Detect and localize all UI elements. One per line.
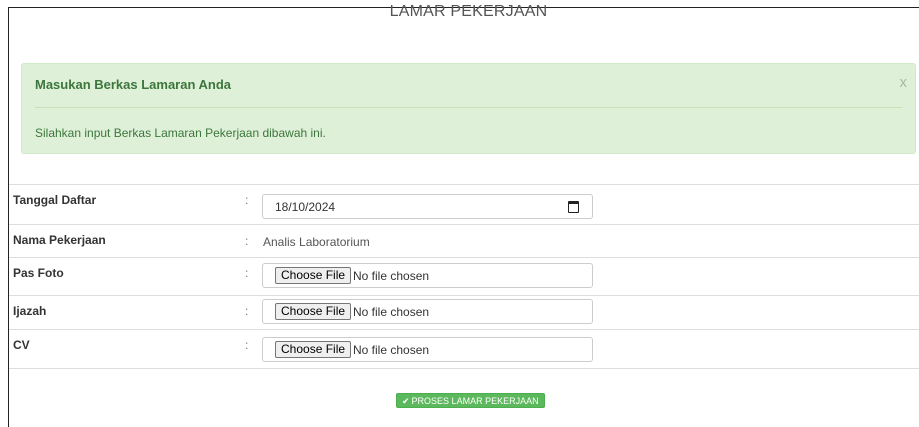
- form-row-nama-pekerjaan: Nama Pekerjaan : Analis Laboratorium: [9, 224, 919, 257]
- field-label: Ijazah: [13, 304, 47, 318]
- calendar-icon[interactable]: [568, 201, 579, 213]
- choose-file-button[interactable]: Choose File: [275, 341, 352, 358]
- field-label: Tanggal Daftar: [13, 193, 97, 207]
- alert-title: Masukan Berkas Lamaran Anda: [35, 77, 232, 92]
- form-row-cv: CV : Choose File No file chosen: [9, 329, 919, 369]
- file-status: No file chosen: [353, 343, 430, 357]
- alert-message: Silahkan input Berkas Lamaran Pekerjaan …: [35, 126, 326, 140]
- choose-file-button[interactable]: Choose File: [275, 267, 352, 284]
- submit-application-button[interactable]: ✔ PROSES LAMAR PEKERJAAN: [396, 393, 545, 408]
- field-separator: :: [245, 234, 249, 248]
- ijazah-file-input[interactable]: Choose File No file chosen: [262, 299, 593, 324]
- cv-file-input[interactable]: Choose File No file chosen: [262, 337, 593, 362]
- close-icon[interactable]: x: [900, 74, 908, 91]
- choose-file-button[interactable]: Choose File: [275, 303, 352, 320]
- content-frame: LAMAR PEKERJAAN Masukan Berkas Lamaran A…: [8, 3, 919, 427]
- date-value: 18/10/2024: [275, 200, 336, 214]
- field-label: Nama Pekerjaan: [13, 233, 106, 247]
- field-separator: :: [245, 304, 249, 318]
- field-separator: :: [245, 266, 249, 280]
- field-label: Pas Foto: [13, 266, 64, 280]
- info-alert: Masukan Berkas Lamaran Anda x Silahkan i…: [21, 63, 916, 154]
- pas-foto-file-input[interactable]: Choose File No file chosen: [262, 263, 593, 288]
- file-status: No file chosen: [353, 305, 430, 319]
- page-title: LAMAR PEKERJAAN: [389, 3, 548, 20]
- file-status: No file chosen: [353, 269, 430, 283]
- field-separator: :: [245, 193, 249, 207]
- check-icon: ✔: [402, 396, 410, 406]
- field-label: CV: [13, 338, 30, 352]
- form-row-pas-foto: Pas Foto : Choose File No file chosen: [9, 257, 919, 295]
- field-separator: :: [245, 338, 249, 352]
- form-row-tanggal-daftar: Tanggal Daftar : 18/10/2024: [9, 184, 919, 224]
- application-form: Tanggal Daftar : 18/10/2024 Nama Pekerja…: [9, 184, 919, 369]
- alert-divider: [35, 107, 902, 108]
- form-row-ijazah: Ijazah : Choose File No file chosen: [9, 295, 919, 329]
- date-input[interactable]: 18/10/2024: [262, 194, 593, 219]
- job-name-value: Analis Laboratorium: [263, 235, 370, 249]
- submit-label: PROSES LAMAR PEKERJAAN: [411, 396, 539, 406]
